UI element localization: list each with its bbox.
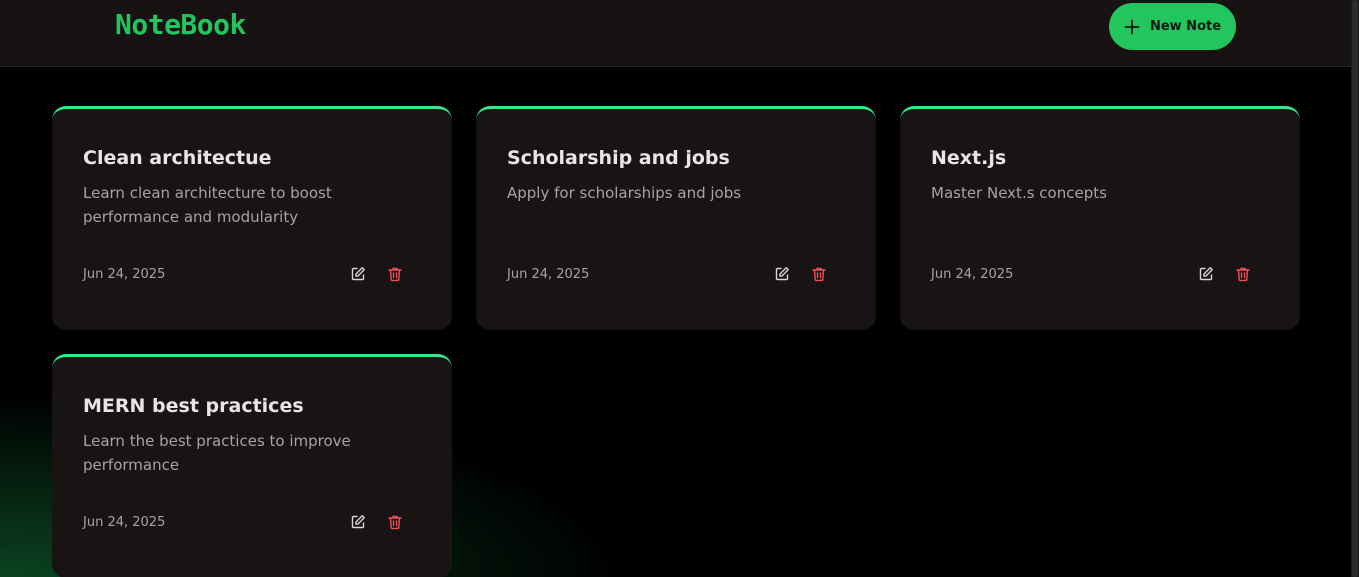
edit-note-button[interactable]	[1195, 264, 1217, 286]
new-note-label: New Note	[1149, 19, 1222, 34]
note-date: Jun 24, 2025	[931, 267, 1014, 282]
delete-note-button[interactable]	[384, 264, 406, 286]
scrollbar[interactable]	[1351, 0, 1359, 577]
note-title: Next.js	[931, 147, 1007, 169]
edit-note-button[interactable]	[347, 512, 369, 534]
trash-icon	[387, 514, 403, 533]
note-description: Apply for scholarships and jobs	[507, 184, 742, 202]
plus-icon	[1124, 19, 1140, 35]
note-title: Clean architectue	[83, 147, 272, 169]
note-card[interactable]: Clean architectue Learn clean architectu…	[52, 106, 452, 330]
note-title: MERN best practices	[83, 395, 304, 417]
note-description: Master Next.s concepts	[931, 184, 1107, 202]
trash-icon	[387, 266, 403, 285]
edit-icon	[350, 266, 366, 285]
note-description: Learn the best practices to improve perf…	[83, 432, 351, 474]
navbar: NoteBook New Note	[0, 0, 1351, 67]
trash-icon	[1235, 266, 1251, 285]
note-card[interactable]: Next.js Master Next.s concepts Jun 24, 2…	[900, 106, 1300, 330]
note-date: Jun 24, 2025	[507, 267, 590, 282]
note-date: Jun 24, 2025	[83, 267, 166, 282]
note-description: Learn clean architecture to boost perfor…	[83, 184, 332, 226]
edit-icon	[1198, 266, 1214, 285]
trash-icon	[811, 266, 827, 285]
edit-note-button[interactable]	[347, 264, 369, 286]
note-card[interactable]: Scholarship and jobs Apply for scholarsh…	[476, 106, 876, 330]
edit-note-button[interactable]	[771, 264, 793, 286]
scrollbar-thumb[interactable]	[1352, 0, 1358, 577]
edit-icon	[350, 514, 366, 533]
edit-icon	[774, 266, 790, 285]
delete-note-button[interactable]	[1232, 264, 1254, 286]
note-date: Jun 24, 2025	[83, 515, 166, 530]
new-note-button[interactable]: New Note	[1109, 3, 1236, 50]
delete-note-button[interactable]	[384, 512, 406, 534]
app-logo[interactable]: NoteBook	[115, 8, 246, 41]
note-title: Scholarship and jobs	[507, 147, 730, 169]
delete-note-button[interactable]	[808, 264, 830, 286]
note-card[interactable]: MERN best practices Learn the best pract…	[52, 354, 452, 577]
